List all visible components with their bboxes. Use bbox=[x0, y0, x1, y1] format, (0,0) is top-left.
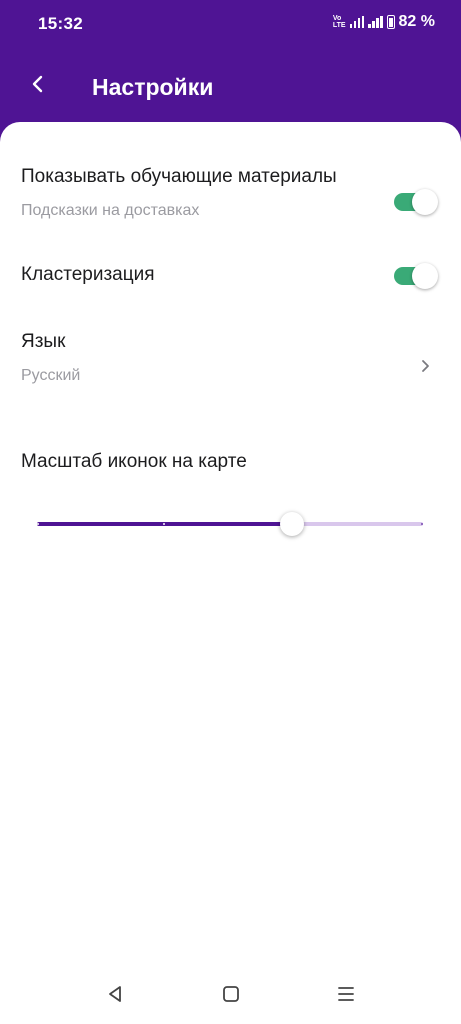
tutorials-title: Показывать обучающие материалы bbox=[21, 166, 337, 187]
back-button[interactable] bbox=[22, 68, 54, 100]
status-time: 15:32 bbox=[38, 14, 83, 33]
signal-icon bbox=[349, 16, 365, 28]
slider-thumb[interactable] bbox=[279, 512, 304, 536]
icon-scale-slider[interactable] bbox=[37, 510, 423, 538]
square-home-icon bbox=[223, 986, 239, 1002]
toggle-knob bbox=[412, 189, 438, 215]
chevron-left-icon bbox=[32, 75, 43, 93]
clustering-title: Кластеризация bbox=[21, 264, 155, 285]
tutorials-row[interactable]: Показывать обучающие материалы Подсказки… bbox=[0, 160, 461, 230]
status-bar: 15:32 Vo LTE 82 % bbox=[0, 0, 461, 50]
menu-icon bbox=[338, 987, 354, 1001]
slider-tick bbox=[37, 523, 39, 525]
toggle-knob bbox=[412, 263, 438, 289]
status-icons: Vo LTE 82 % bbox=[333, 13, 435, 31]
triangle-back-icon bbox=[109, 986, 121, 1002]
app-bar: Настройки bbox=[0, 50, 461, 125]
system-nav-bar bbox=[0, 960, 461, 1024]
clustering-row[interactable]: Кластеризация bbox=[0, 256, 461, 296]
battery-percent: 82 % bbox=[398, 13, 435, 30]
signal-icon-2 bbox=[368, 16, 383, 28]
nav-menu-button[interactable] bbox=[334, 982, 358, 1006]
language-title: Язык bbox=[21, 331, 66, 352]
language-value: Русский bbox=[21, 367, 81, 384]
tutorials-subtitle: Подсказки на доставках bbox=[21, 202, 200, 219]
language-row[interactable]: Язык Русский bbox=[0, 325, 461, 395]
clustering-toggle[interactable] bbox=[394, 263, 438, 289]
nav-home-button[interactable] bbox=[219, 982, 243, 1006]
page-title: Настройки bbox=[92, 74, 214, 100]
volte-icon: Vo LTE bbox=[332, 15, 346, 29]
icon-scale-title: Масштаб иконок на карте bbox=[21, 451, 247, 472]
slider-tick bbox=[421, 523, 423, 525]
chevron-right-icon bbox=[422, 360, 429, 372]
tutorials-toggle[interactable] bbox=[394, 189, 438, 215]
nav-back-button[interactable] bbox=[103, 982, 127, 1006]
battery-icon bbox=[386, 15, 395, 29]
